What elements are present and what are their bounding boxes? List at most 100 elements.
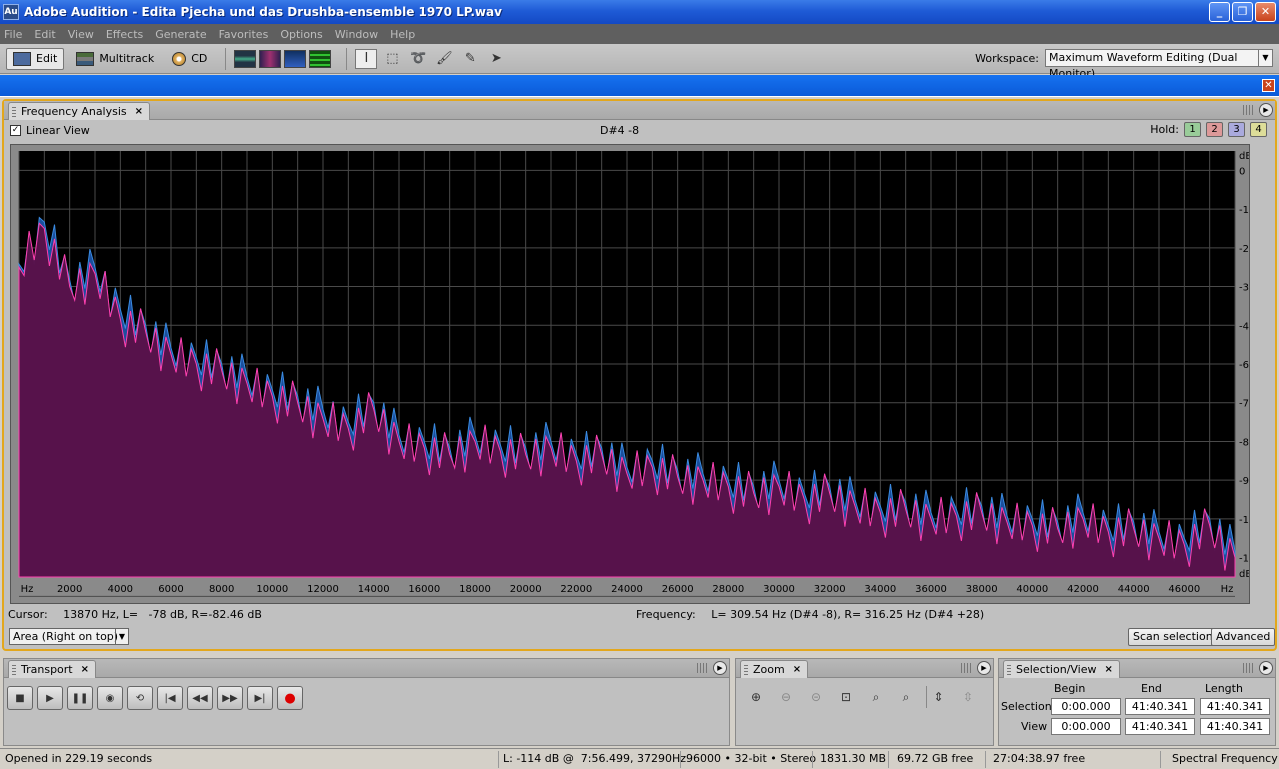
- grip-icon: [1243, 105, 1255, 115]
- time-selection-tool-icon[interactable]: I: [355, 48, 378, 69]
- x-tick-label: 24000: [611, 584, 643, 595]
- edit-view-button[interactable]: Edit: [6, 47, 65, 70]
- y-tick-label: -24: [1239, 244, 1249, 255]
- x-tick-label: 28000: [712, 584, 744, 595]
- status-bar: Opened in 229.19 seconds L: -114 dB @ 7:…: [0, 748, 1279, 769]
- frequency-graph[interactable]: Hz 2000 4000 6000 8000 10000 12000 14000 16000 18…: [10, 144, 1250, 604]
- spectral-frequency-icon[interactable]: [259, 49, 282, 68]
- zoom-out-vertical-icon[interactable]: ⇳: [956, 686, 980, 708]
- tab-label: Transport: [21, 663, 73, 676]
- selection-begin-field[interactable]: 0:00.000: [1051, 698, 1121, 715]
- hold-controls: Hold: 1 2 3 4: [1150, 122, 1267, 137]
- edit-view-label: Edit: [36, 52, 58, 65]
- selection-end-field[interactable]: 41:40.341: [1125, 698, 1195, 715]
- workspace-label: Workspace:: [975, 51, 1039, 65]
- status-free-space: 69.72 GB free: [897, 752, 974, 765]
- app-icon: Au: [3, 4, 19, 20]
- go-to-end-icon: ▶|: [254, 692, 266, 704]
- view-end-field[interactable]: 41:40.341: [1125, 718, 1195, 735]
- play-from-cursor-button[interactable]: ◉: [97, 686, 123, 710]
- menu-edit[interactable]: Edit: [34, 28, 55, 41]
- scrub-tool-icon[interactable]: ➤: [485, 49, 507, 69]
- lasso-tool-icon[interactable]: ➰: [407, 49, 429, 69]
- zoom-left-edge-icon[interactable]: ⌕: [864, 686, 888, 708]
- play-button[interactable]: ▶: [37, 686, 63, 710]
- scan-selection-button[interactable]: Scan selection: [1128, 628, 1218, 646]
- zoom-right-edge-icon[interactable]: ⌕: [894, 686, 918, 708]
- panel-menu-icon[interactable]: ▶: [977, 661, 991, 675]
- fast-forward-icon: ▶▶: [222, 692, 238, 704]
- hold-button-3[interactable]: 3: [1228, 122, 1245, 137]
- length-header: Length: [1205, 682, 1243, 695]
- checkbox-icon[interactable]: ✓: [10, 125, 21, 136]
- menu-options[interactable]: Options: [280, 28, 322, 41]
- selection-length-field[interactable]: 41:40.341: [1200, 698, 1270, 715]
- view-begin-field[interactable]: 0:00.000: [1051, 718, 1121, 735]
- x-tick-label: 12000: [307, 584, 339, 595]
- tab-zoom[interactable]: Zoom ×: [740, 660, 809, 678]
- effects-paintbrush-icon[interactable]: 🖌: [433, 49, 455, 69]
- record-button[interactable]: ●: [277, 686, 303, 710]
- y-tick-label: -72: [1239, 399, 1249, 410]
- rewind-button[interactable]: ◀◀: [187, 686, 213, 710]
- stop-button[interactable]: ■: [7, 686, 33, 710]
- workspace-dropdown[interactable]: Maximum Waveform Editing (Dual Monitor) …: [1045, 49, 1273, 80]
- zoom-out-horizontal-icon[interactable]: ⊖: [774, 686, 798, 708]
- close-tab-icon[interactable]: ×: [81, 664, 89, 675]
- menu-view[interactable]: View: [68, 28, 94, 41]
- restore-button[interactable]: ❐: [1232, 2, 1253, 22]
- close-tab-icon[interactable]: ×: [1105, 664, 1113, 675]
- close-icon[interactable]: ✕: [1262, 79, 1275, 92]
- zoom-in-vertical-icon[interactable]: ⇕: [926, 686, 950, 708]
- grip-icon: [12, 107, 16, 117]
- multitrack-view-button[interactable]: Multitrack: [70, 48, 160, 70]
- panel-menu-icon[interactable]: ▶: [713, 661, 727, 675]
- menu-effects[interactable]: Effects: [106, 28, 143, 41]
- status-time-free: 27:04:38.97 free: [993, 752, 1086, 765]
- y-tick-label: -48: [1239, 321, 1249, 332]
- tab-frequency-analysis[interactable]: Frequency Analysis ×: [8, 102, 151, 120]
- close-tab-icon[interactable]: ×: [135, 106, 143, 117]
- menu-generate[interactable]: Generate: [155, 28, 206, 41]
- docking-bar: ✕: [0, 75, 1279, 97]
- zoom-out-full-icon[interactable]: ⊝: [804, 686, 828, 708]
- display-mode-dropdown[interactable]: Area (Right on top) ▼: [9, 628, 129, 645]
- cd-view-button[interactable]: CD: [166, 48, 213, 70]
- close-button[interactable]: ✕: [1255, 2, 1276, 22]
- x-tick-label: 8000: [209, 584, 234, 595]
- close-tab-icon[interactable]: ×: [793, 664, 801, 675]
- loop-button[interactable]: ⟲: [127, 686, 153, 710]
- status-level: L: -114 dB @ 7:56.499, 37290Hz: [503, 752, 687, 765]
- spot-healing-brush-icon[interactable]: ✎: [459, 49, 481, 69]
- tab-selection-view[interactable]: Selection/View ×: [1003, 660, 1120, 678]
- advanced-button[interactable]: Advanced: [1211, 628, 1276, 646]
- marquee-tool-icon[interactable]: ⬚: [381, 49, 403, 69]
- tab-transport[interactable]: Transport ×: [8, 660, 97, 678]
- fast-forward-button[interactable]: ▶▶: [217, 686, 243, 710]
- waveform-icon: [13, 51, 31, 66]
- minimize-button[interactable]: _: [1209, 2, 1230, 22]
- zoom-selection-icon[interactable]: ⊡: [834, 686, 858, 708]
- view-length-field[interactable]: 41:40.341: [1200, 718, 1270, 735]
- hold-button-2[interactable]: 2: [1206, 122, 1223, 137]
- spectral-pan-icon[interactable]: [284, 49, 307, 68]
- end-header: End: [1141, 682, 1162, 695]
- hold-button-1[interactable]: 1: [1184, 122, 1201, 137]
- menu-favorites[interactable]: Favorites: [219, 28, 269, 41]
- menu-window[interactable]: Window: [335, 28, 378, 41]
- panel-menu-icon[interactable]: ▶: [1259, 103, 1273, 117]
- waveform-display-icon[interactable]: [234, 49, 257, 68]
- spectral-phase-icon[interactable]: [309, 49, 332, 68]
- cd-icon: [172, 51, 187, 66]
- panel-menu-icon[interactable]: ▶: [1259, 661, 1273, 675]
- zoom-in-horizontal-icon[interactable]: ⊕: [744, 686, 768, 708]
- hold-button-4[interactable]: 4: [1250, 122, 1267, 137]
- workspace-selector: Workspace: Maximum Waveform Editing (Dua…: [975, 49, 1273, 80]
- menu-file[interactable]: File: [4, 28, 22, 41]
- go-to-start-button[interactable]: |◀: [157, 686, 183, 710]
- pause-button[interactable]: ❚❚: [67, 686, 93, 710]
- x-tick-label: 36000: [915, 584, 947, 595]
- menu-help[interactable]: Help: [390, 28, 415, 41]
- linear-view-checkbox[interactable]: ✓ Linear View: [10, 124, 90, 137]
- go-to-end-button[interactable]: ▶|: [247, 686, 273, 710]
